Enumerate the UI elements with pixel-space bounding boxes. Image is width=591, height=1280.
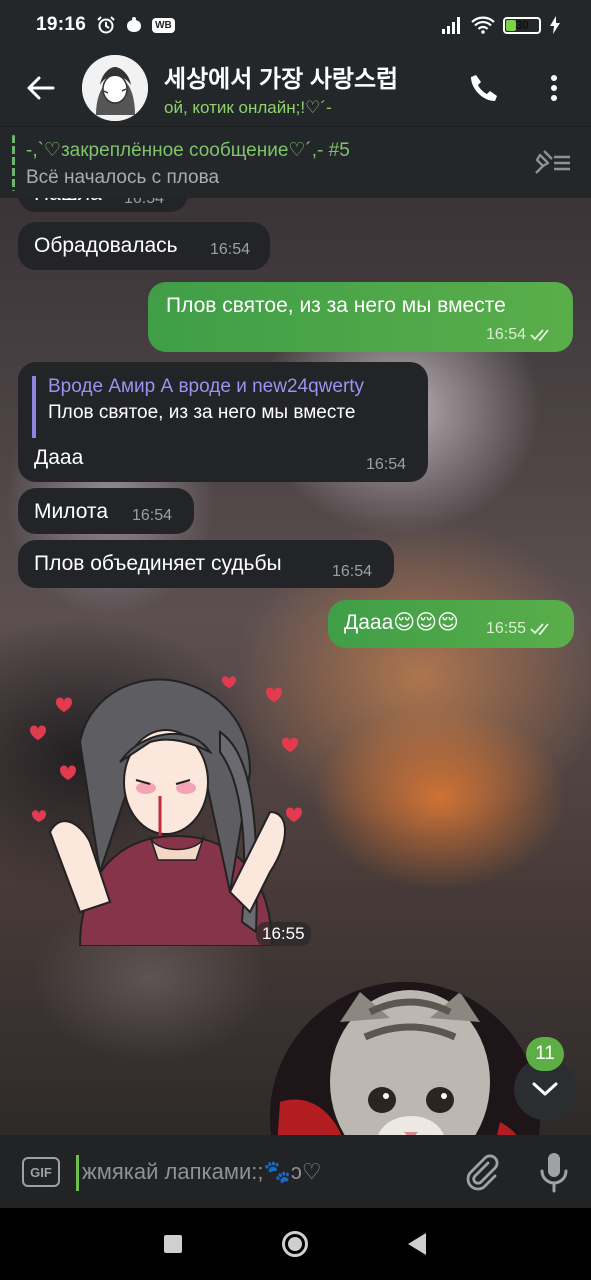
message-time: 16:54 [332,563,373,580]
pinned-text: Всё началось с плова [26,167,220,188]
message-time: 16:54 [210,241,251,258]
avatar[interactable] [82,55,148,121]
text-cursor [76,1155,79,1191]
chat-header: 세상에서 가장 사랑스럽 ой, котик онлайн;!♡´- [0,50,591,126]
more-menu-button[interactable] [536,66,572,110]
message-bubble[interactable]: Обрадовалась 16:54 [18,222,270,270]
alarm-icon [97,16,115,34]
phone-icon [471,75,497,101]
message-bubble-outgoing[interactable]: Дааа😌😌😌 16:55 [328,600,574,648]
microphone-icon[interactable] [538,1151,570,1193]
sticker-time: 16:55 [256,922,311,946]
home-icon[interactable] [282,1231,308,1257]
message-time: 16:54 [132,507,173,524]
wb-badge-icon: WB [152,17,175,33]
pinned-indicator [12,135,15,191]
status-time: 19:16 [36,14,87,35]
chat-status: ой, котик онлайн;!♡´- [164,97,332,117]
recent-apps-icon[interactable] [164,1235,182,1253]
message-time: 16:55 [486,620,556,638]
message-bubble-outgoing[interactable]: Плов святое, из за него мы вместе 16:54 [148,282,573,352]
notification-app-icon [127,17,142,32]
message-bubble[interactable]: Плов объединяет судьбы 16:54 [18,540,394,588]
chevron-down-icon [532,1082,558,1096]
back-button[interactable] [0,50,82,126]
message-bubble[interactable]: Нашла 16:54 [18,198,188,212]
arrow-left-icon [27,76,55,100]
charging-icon [550,16,560,34]
message-text: Нашла [34,198,102,206]
pinned-message-bar[interactable]: -,`♡закреплённое сообщение♡´,- #5 Всё на… [0,126,591,198]
round-video-message[interactable] [270,982,540,1135]
nav-back-icon[interactable] [408,1233,426,1255]
message-time: 16:54 [486,326,556,344]
paperclip-icon[interactable] [464,1153,500,1191]
double-check-icon [530,623,549,635]
message-time: 16:54 [366,456,407,473]
chat-area[interactable]: Нашла 16:54 Обрадовалась 16:54 Плов свят… [0,198,591,1135]
signal-icon [442,17,460,34]
message-text: Милота [34,500,108,523]
message-text: Плов объединяет судьбы [34,552,282,575]
pinned-title: -,`♡закреплённое сообщение♡´,- #5 [26,140,350,161]
message-bubble-reply[interactable]: Вроде Амир А вроде и new24qwerty Плов св… [18,362,428,482]
battery-icon: 30 [503,16,541,34]
more-vertical-icon [551,75,557,101]
message-input[interactable] [82,1153,442,1191]
reply-text: Плов святое, из за него мы вместе [48,402,356,423]
message-time: 16:54 [124,198,165,207]
unread-count-badge: 11 [526,1037,564,1071]
call-button[interactable] [464,66,504,110]
anime-sticker[interactable] [20,672,320,946]
message-text: Обрадовалась [34,234,178,257]
system-nav-bar [0,1208,591,1280]
chat-title: 세상에서 가장 사랑스럽 [164,65,399,93]
unpin-list-icon[interactable] [532,147,572,177]
wifi-icon [471,16,495,34]
avatar-image [82,55,148,121]
reply-quote[interactable]: Вроде Амир А вроде и new24qwerty Плов св… [32,376,410,438]
gif-button[interactable]: GIF [22,1157,60,1187]
chat-info[interactable]: 세상에서 가장 사랑스럽 ой, котик онлайн;!♡´- [164,59,432,118]
status-bar: 19:16 WB 30 [0,0,591,50]
message-input-bar: GIF [0,1135,591,1208]
message-bubble[interactable]: Милота 16:54 [18,488,194,534]
double-check-icon [530,329,549,341]
message-text: Дааа [34,446,84,469]
message-text: Плов святое, из за него мы вместе [166,294,506,317]
reply-author: Вроде Амир А вроде и new24qwerty [48,376,365,397]
message-text: Дааа😌😌😌 [344,611,459,634]
cat-video-image [270,982,540,1135]
